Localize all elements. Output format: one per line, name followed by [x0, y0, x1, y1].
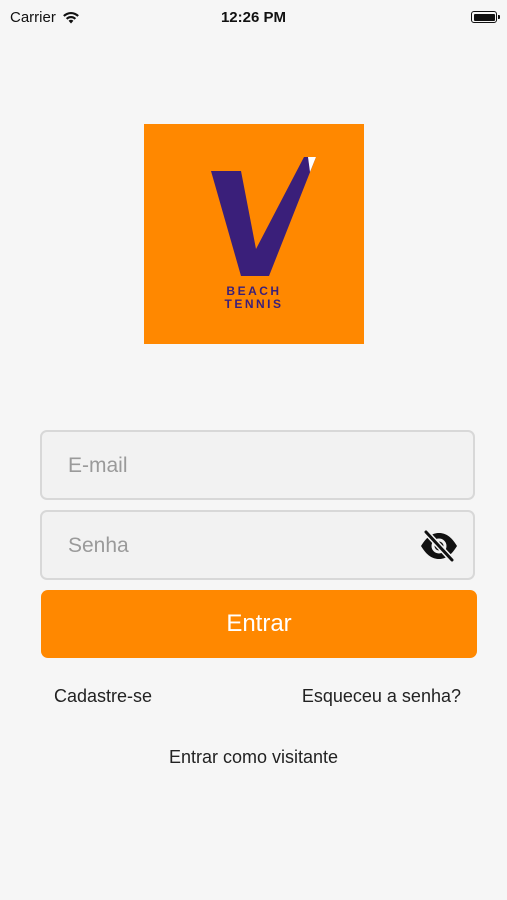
logo-v-mark — [211, 157, 316, 276]
logo-text-tennis: TENNIS — [224, 297, 284, 311]
status-bar: Carrier 12:26 PM — [0, 0, 507, 36]
login-button[interactable]: Entrar — [41, 590, 477, 658]
register-link[interactable]: Cadastre-se — [54, 686, 152, 707]
eye-off-icon — [421, 529, 457, 563]
password-input[interactable] — [66, 512, 430, 580]
password-visibility-toggle[interactable] — [419, 528, 459, 564]
forgot-password-link[interactable]: Esqueceu a senha? — [302, 686, 461, 707]
battery-icon — [471, 11, 500, 23]
app-logo: BEACH TENNIS — [144, 124, 364, 344]
guest-login-link[interactable]: Entrar como visitante — [0, 747, 507, 768]
email-field-container — [40, 430, 475, 500]
password-field-container — [40, 510, 475, 580]
logo-text-beach: BEACH — [226, 284, 282, 298]
status-time: 12:26 PM — [220, 9, 287, 26]
email-input[interactable] — [66, 432, 430, 500]
